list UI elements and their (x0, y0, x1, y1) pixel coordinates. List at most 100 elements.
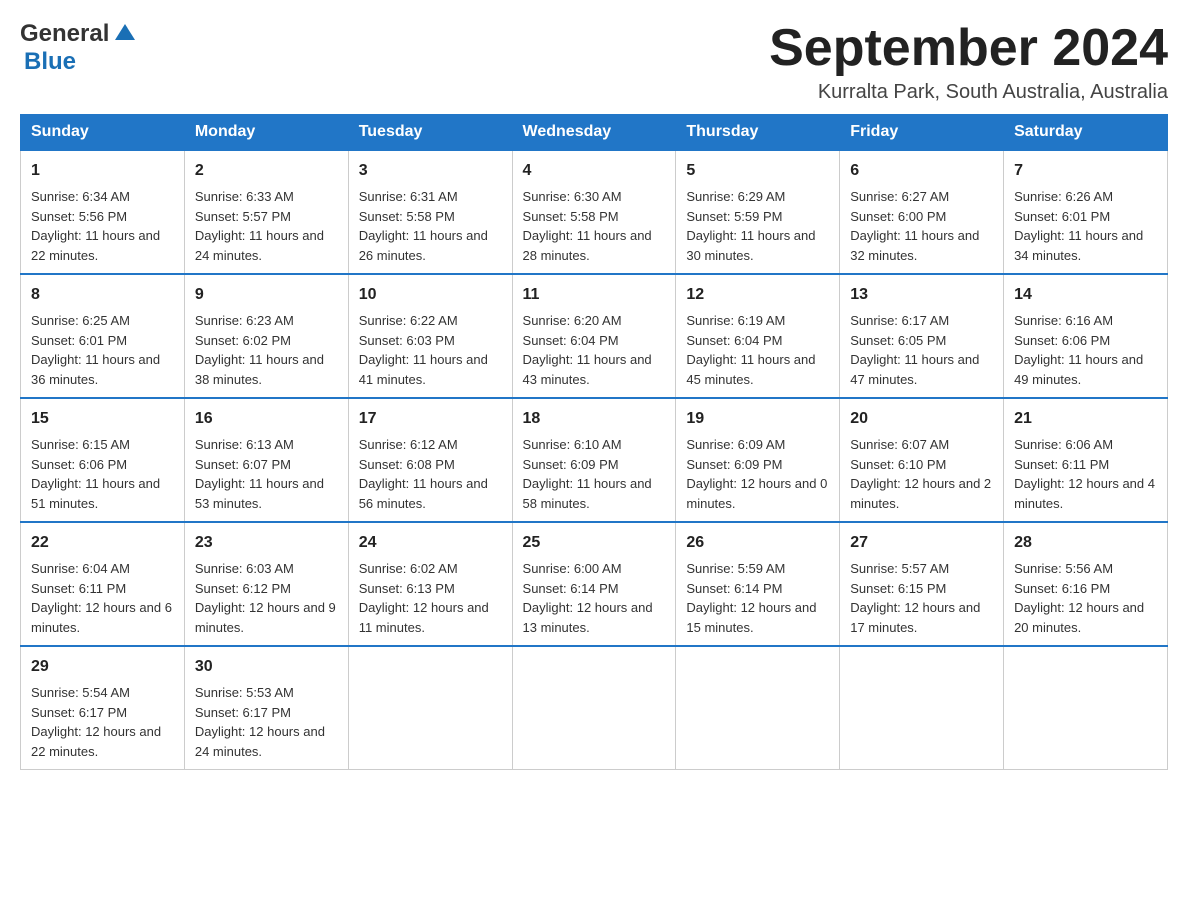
day-info: Sunrise: 5:59 AMSunset: 6:14 PMDaylight:… (686, 561, 816, 635)
day-info: Sunrise: 6:19 AMSunset: 6:04 PMDaylight:… (686, 313, 815, 387)
day-info: Sunrise: 6:09 AMSunset: 6:09 PMDaylight:… (686, 437, 827, 511)
day-number: 30 (195, 655, 338, 679)
logo-blue-text: Blue (24, 48, 76, 75)
day-number: 7 (1014, 159, 1157, 183)
calendar-cell: 2 Sunrise: 6:33 AMSunset: 5:57 PMDaylight… (184, 150, 348, 274)
calendar-cell: 3 Sunrise: 6:31 AMSunset: 5:58 PMDaylight… (348, 150, 512, 274)
calendar-cell: 30 Sunrise: 5:53 AMSunset: 6:17 PMDayligh… (184, 646, 348, 770)
logo-general-text: General (20, 20, 109, 48)
calendar-week-row: 1 Sunrise: 6:34 AMSunset: 5:56 PMDaylight… (21, 150, 1168, 274)
column-header-thursday: Thursday (676, 115, 840, 151)
day-info: Sunrise: 6:22 AMSunset: 6:03 PMDaylight:… (359, 313, 488, 387)
calendar-week-row: 29Sunrise: 5:54 AMSunset: 6:17 PMDayligh… (21, 646, 1168, 770)
day-info: Sunrise: 6:07 AMSunset: 6:10 PMDaylight:… (850, 437, 991, 511)
column-header-saturday: Saturday (1004, 115, 1168, 151)
calendar-cell (840, 646, 1004, 770)
day-info: Sunrise: 5:57 AMSunset: 6:15 PMDaylight:… (850, 561, 980, 635)
day-number: 4 (523, 159, 666, 183)
calendar-week-row: 15 Sunrise: 6:15 AMSunset: 6:06 PMDayligh… (21, 398, 1168, 522)
day-info: Sunrise: 6:34 AMSunset: 5:56 PMDaylight:… (31, 189, 160, 263)
day-number: 23 (195, 531, 338, 555)
calendar-cell: 11 Sunrise: 6:20 AMSunset: 6:04 PMDayligh… (512, 274, 676, 398)
column-header-sunday: Sunday (21, 115, 185, 151)
calendar-header-row: SundayMondayTuesdayWednesdayThursdayFrid… (21, 115, 1168, 151)
calendar-week-row: 8Sunrise: 6:25 AMSunset: 6:01 PMDaylight… (21, 274, 1168, 398)
calendar-cell: 6 Sunrise: 6:27 AMSunset: 6:00 PMDaylight… (840, 150, 1004, 274)
calendar-cell: 1 Sunrise: 6:34 AMSunset: 5:56 PMDaylight… (21, 150, 185, 274)
day-number: 5 (686, 159, 829, 183)
month-title: September 2024 (769, 20, 1168, 77)
day-info: Sunrise: 6:31 AMSunset: 5:58 PMDaylight:… (359, 189, 488, 263)
calendar-cell (676, 646, 840, 770)
day-number: 9 (195, 283, 338, 307)
calendar-cell: 8Sunrise: 6:25 AMSunset: 6:01 PMDaylight… (21, 274, 185, 398)
day-info: Sunrise: 6:23 AMSunset: 6:02 PMDaylight:… (195, 313, 324, 387)
day-number: 26 (686, 531, 829, 555)
day-info: Sunrise: 6:12 AMSunset: 6:08 PMDaylight:… (359, 437, 488, 511)
day-number: 2 (195, 159, 338, 183)
day-info: Sunrise: 6:29 AMSunset: 5:59 PMDaylight:… (686, 189, 815, 263)
calendar-cell: 20 Sunrise: 6:07 AMSunset: 6:10 PMDayligh… (840, 398, 1004, 522)
calendar-cell: 25Sunrise: 6:00 AMSunset: 6:14 PMDayligh… (512, 522, 676, 646)
column-header-wednesday: Wednesday (512, 115, 676, 151)
calendar-cell: 10Sunrise: 6:22 AMSunset: 6:03 PMDayligh… (348, 274, 512, 398)
day-info: Sunrise: 5:53 AMSunset: 6:17 PMDaylight:… (195, 685, 325, 759)
calendar-cell (348, 646, 512, 770)
day-number: 14 (1014, 283, 1157, 307)
calendar-cell: 29Sunrise: 5:54 AMSunset: 6:17 PMDayligh… (21, 646, 185, 770)
day-info: Sunrise: 6:06 AMSunset: 6:11 PMDaylight:… (1014, 437, 1155, 511)
logo-triangle-icon (111, 18, 139, 46)
day-info: Sunrise: 6:15 AMSunset: 6:06 PMDaylight:… (31, 437, 160, 511)
title-area: September 2024 Kurralta Park, South Aust… (769, 20, 1168, 104)
day-info: Sunrise: 5:56 AMSunset: 6:16 PMDaylight:… (1014, 561, 1144, 635)
day-number: 22 (31, 531, 174, 555)
day-info: Sunrise: 6:16 AMSunset: 6:06 PMDaylight:… (1014, 313, 1143, 387)
day-number: 11 (523, 283, 666, 307)
calendar-cell: 28 Sunrise: 5:56 AMSunset: 6:16 PMDayligh… (1004, 522, 1168, 646)
calendar-cell: 24Sunrise: 6:02 AMSunset: 6:13 PMDayligh… (348, 522, 512, 646)
calendar-cell: 5 Sunrise: 6:29 AMSunset: 5:59 PMDaylight… (676, 150, 840, 274)
column-header-monday: Monday (184, 115, 348, 151)
calendar-cell: 7 Sunrise: 6:26 AMSunset: 6:01 PMDaylight… (1004, 150, 1168, 274)
day-info: Sunrise: 6:02 AMSunset: 6:13 PMDaylight:… (359, 561, 489, 635)
day-number: 13 (850, 283, 993, 307)
day-info: Sunrise: 6:33 AMSunset: 5:57 PMDaylight:… (195, 189, 324, 263)
calendar-cell: 19Sunrise: 6:09 AMSunset: 6:09 PMDayligh… (676, 398, 840, 522)
day-number: 21 (1014, 407, 1157, 431)
day-info: Sunrise: 6:17 AMSunset: 6:05 PMDaylight:… (850, 313, 979, 387)
day-number: 12 (686, 283, 829, 307)
calendar-cell: 27 Sunrise: 5:57 AMSunset: 6:15 PMDayligh… (840, 522, 1004, 646)
calendar-cell: 22 Sunrise: 6:04 AMSunset: 6:11 PMDayligh… (21, 522, 185, 646)
column-header-tuesday: Tuesday (348, 115, 512, 151)
day-number: 3 (359, 159, 502, 183)
calendar-cell: 16 Sunrise: 6:13 AMSunset: 6:07 PMDayligh… (184, 398, 348, 522)
day-info: Sunrise: 6:04 AMSunset: 6:11 PMDaylight:… (31, 561, 172, 635)
location: Kurralta Park, South Australia, Australi… (769, 81, 1168, 104)
calendar-cell (512, 646, 676, 770)
day-number: 20 (850, 407, 993, 431)
calendar-cell: 13 Sunrise: 6:17 AMSunset: 6:05 PMDayligh… (840, 274, 1004, 398)
day-info: Sunrise: 6:26 AMSunset: 6:01 PMDaylight:… (1014, 189, 1143, 263)
day-info: Sunrise: 6:27 AMSunset: 6:00 PMDaylight:… (850, 189, 979, 263)
day-info: Sunrise: 6:20 AMSunset: 6:04 PMDaylight:… (523, 313, 652, 387)
day-number: 1 (31, 159, 174, 183)
page-header: General Blue September 2024 Kurralta Par… (20, 20, 1168, 104)
calendar-cell (1004, 646, 1168, 770)
calendar-cell: 9 Sunrise: 6:23 AMSunset: 6:02 PMDaylight… (184, 274, 348, 398)
calendar-cell: 26 Sunrise: 5:59 AMSunset: 6:14 PMDayligh… (676, 522, 840, 646)
calendar-cell: 18Sunrise: 6:10 AMSunset: 6:09 PMDayligh… (512, 398, 676, 522)
calendar-cell: 15 Sunrise: 6:15 AMSunset: 6:06 PMDayligh… (21, 398, 185, 522)
day-number: 17 (359, 407, 502, 431)
day-info: Sunrise: 5:54 AMSunset: 6:17 PMDaylight:… (31, 685, 161, 759)
day-number: 16 (195, 407, 338, 431)
day-number: 15 (31, 407, 174, 431)
day-number: 28 (1014, 531, 1157, 555)
day-info: Sunrise: 6:13 AMSunset: 6:07 PMDaylight:… (195, 437, 324, 511)
calendar-cell: 23Sunrise: 6:03 AMSunset: 6:12 PMDayligh… (184, 522, 348, 646)
calendar-week-row: 22 Sunrise: 6:04 AMSunset: 6:11 PMDayligh… (21, 522, 1168, 646)
day-number: 6 (850, 159, 993, 183)
day-info: Sunrise: 6:00 AMSunset: 6:14 PMDaylight:… (523, 561, 653, 635)
logo: General Blue (20, 20, 139, 76)
day-number: 27 (850, 531, 993, 555)
column-header-friday: Friday (840, 115, 1004, 151)
